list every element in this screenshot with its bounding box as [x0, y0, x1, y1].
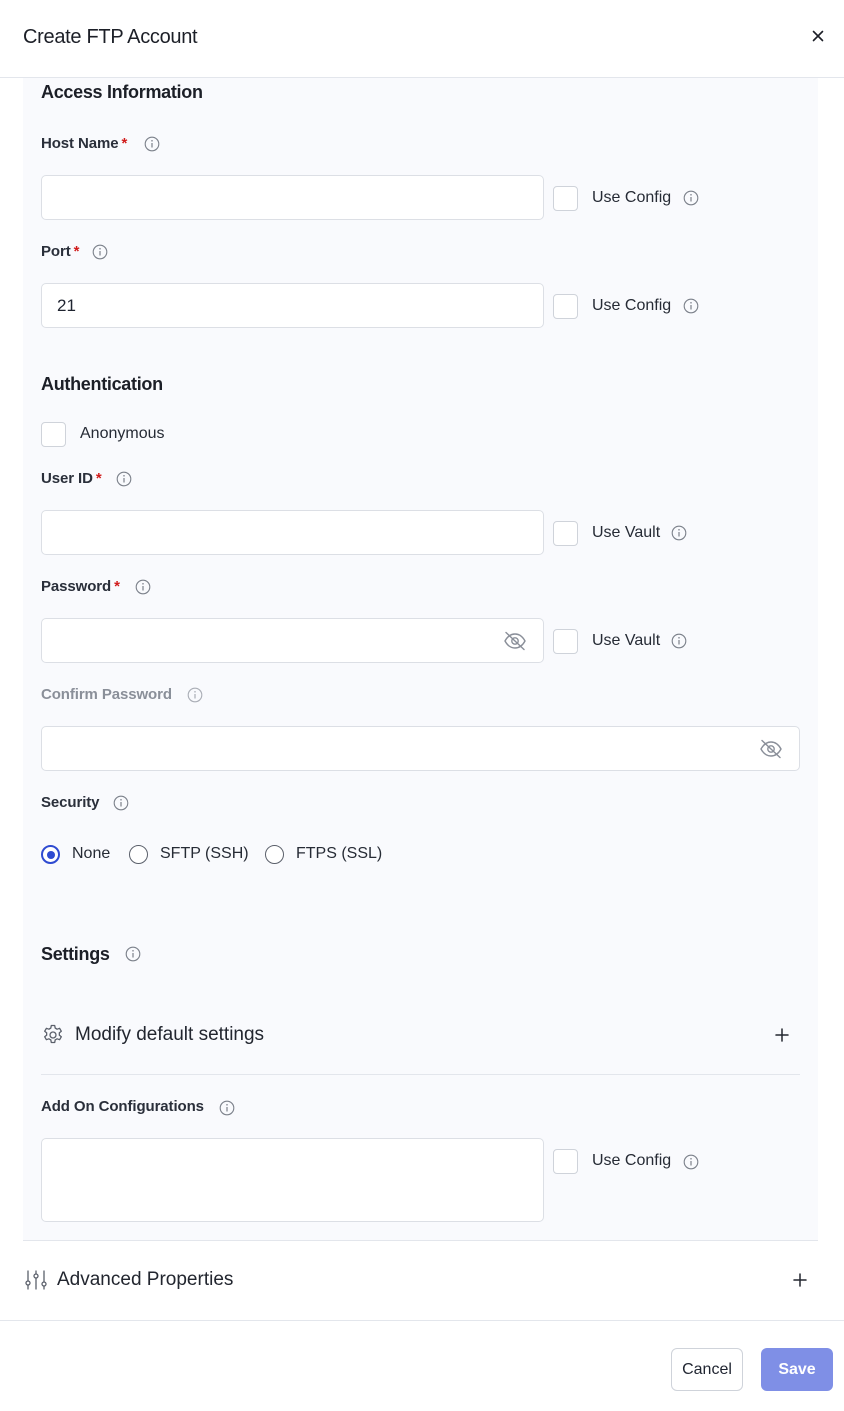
user-use-vault-label: Use Vault: [592, 524, 661, 541]
info-icon[interactable]: [113, 795, 129, 811]
info-icon[interactable]: [116, 471, 132, 487]
plus-icon[interactable]: [792, 1272, 808, 1288]
eye-off-icon[interactable]: [759, 738, 783, 760]
password-use-vault-checkbox[interactable]: [553, 629, 578, 654]
gear-icon: [44, 1024, 62, 1044]
divider: [23, 1240, 818, 1241]
host-name-field[interactable]: [41, 175, 544, 220]
user-id-input[interactable]: [42, 511, 543, 554]
confirm-password-input[interactable]: [42, 727, 799, 770]
password-input[interactable]: [42, 619, 543, 662]
port-label: Port *: [41, 243, 80, 260]
security-option-label: FTPS (SSL): [296, 845, 383, 862]
info-icon[interactable]: [671, 633, 687, 649]
security-option-label: None: [72, 845, 111, 862]
port-field[interactable]: [41, 283, 544, 328]
user-id-field[interactable]: [41, 510, 544, 555]
info-icon[interactable]: [92, 244, 108, 260]
auth-section-title: Authentication: [41, 374, 163, 394]
save-button[interactable]: Save: [761, 1348, 833, 1391]
info-icon[interactable]: [135, 579, 151, 595]
password-label: Password *: [41, 578, 120, 595]
dialog-title: Create FTP Account: [23, 26, 198, 48]
plus-icon[interactable]: [774, 1027, 790, 1043]
anonymous-checkbox[interactable]: [41, 422, 66, 447]
addon-config-textarea[interactable]: [42, 1139, 543, 1221]
info-icon[interactable]: [187, 687, 203, 703]
info-icon[interactable]: [125, 946, 141, 962]
info-icon[interactable]: [683, 298, 699, 314]
confirm-password-field[interactable]: [41, 726, 800, 771]
password-use-vault-label: Use Vault: [592, 632, 661, 649]
host-use-config-label: Use Config: [592, 189, 672, 206]
user-use-vault-checkbox[interactable]: [553, 521, 578, 546]
security-radio-ftps[interactable]: [265, 845, 284, 864]
footer-divider: [0, 1320, 844, 1321]
confirm-password-label: Confirm Password: [41, 686, 172, 703]
cancel-button[interactable]: Cancel: [671, 1348, 743, 1391]
eye-off-icon[interactable]: [503, 630, 527, 652]
password-field[interactable]: [41, 618, 544, 663]
info-icon[interactable]: [671, 525, 687, 541]
addon-use-config-label: Use Config: [592, 1152, 672, 1169]
close-icon[interactable]: [808, 26, 828, 46]
security-radio-none[interactable]: [41, 845, 60, 864]
addon-config-label: Add On Configurations: [41, 1098, 204, 1115]
host-name-label: Host Name *: [41, 135, 128, 152]
addon-config-field[interactable]: [41, 1138, 544, 1222]
port-input[interactable]: [42, 284, 543, 327]
host-name-input[interactable]: [42, 176, 543, 219]
sliders-icon: [25, 1270, 47, 1290]
settings-section-title: Settings: [41, 944, 110, 964]
security-option-label: SFTP (SSH): [160, 845, 249, 862]
info-icon[interactable]: [683, 190, 699, 206]
modify-settings-label: Modify default settings: [75, 1024, 265, 1045]
anonymous-label: Anonymous: [80, 425, 165, 442]
security-radio-sftp[interactable]: [129, 845, 148, 864]
info-icon[interactable]: [219, 1100, 235, 1116]
info-icon[interactable]: [144, 136, 160, 152]
port-use-config-checkbox[interactable]: [553, 294, 578, 319]
info-icon[interactable]: [683, 1154, 699, 1170]
port-use-config-label: Use Config: [592, 297, 672, 314]
host-use-config-checkbox[interactable]: [553, 186, 578, 211]
addon-use-config-checkbox[interactable]: [553, 1149, 578, 1174]
security-label: Security: [41, 794, 100, 811]
divider: [41, 1074, 800, 1075]
dialog-header: Create FTP Account: [0, 0, 844, 78]
advanced-properties-label: Advanced Properties: [57, 1269, 234, 1290]
access-section-title: Access Information: [41, 82, 203, 102]
user-id-label: User ID *: [41, 470, 102, 487]
